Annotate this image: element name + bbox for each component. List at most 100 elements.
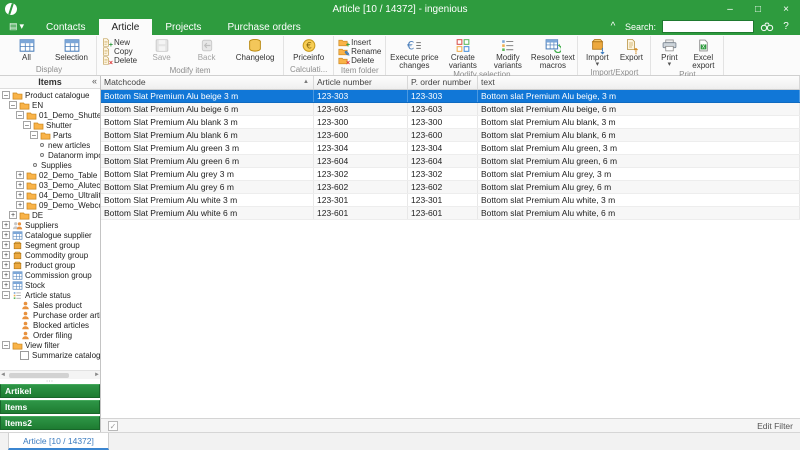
tree-item-segment-group[interactable]: Segment group: [0, 240, 100, 250]
expander-icon[interactable]: [16, 181, 24, 189]
tree-item-shutter[interactable]: Shutter: [0, 120, 100, 130]
sidebar-panel-items[interactable]: Items: [0, 400, 100, 414]
table-row[interactable]: Bottom Slat Premium Alu grey 6 m123-6021…: [101, 181, 800, 194]
expander-icon[interactable]: [9, 101, 17, 109]
table-row[interactable]: Bottom Slat Premium Alu green 3 m123-304…: [101, 142, 800, 155]
tree-item-product-catalogue[interactable]: Product catalogue: [0, 90, 100, 100]
excel-export-button[interactable]: Excel export: [685, 36, 721, 70]
tab-article[interactable]: Article: [99, 19, 153, 35]
resolve-text-macros-button[interactable]: Resolve text macros: [530, 36, 575, 70]
table-row[interactable]: Bottom Slat Premium Alu blank 3 m123-300…: [101, 116, 800, 129]
import-button[interactable]: ⇣ Import ▾: [580, 36, 614, 68]
table-row[interactable]: Bottom Slat Premium Alu grey 3 m123-3021…: [101, 168, 800, 181]
tab-contacts[interactable]: Contacts: [33, 19, 98, 35]
tab-purchase-orders[interactable]: Purchase orders: [214, 19, 313, 35]
expander-icon[interactable]: [2, 281, 10, 289]
modify-variants-button[interactable]: Modify variants: [485, 36, 530, 70]
expander-icon[interactable]: [2, 221, 10, 229]
tree-item-summarize-catalogue[interactable]: Summarize catalogue: [0, 350, 100, 360]
summarize-catalogue-checkbox[interactable]: [20, 351, 29, 360]
scroll-right-icon[interactable]: ►: [94, 372, 100, 378]
back-button[interactable]: Back: [184, 36, 229, 66]
expander-icon[interactable]: [2, 231, 10, 239]
expander-icon[interactable]: [2, 271, 10, 279]
expander-icon[interactable]: [16, 191, 24, 199]
expander-icon[interactable]: [30, 131, 38, 139]
tree-item-09-demo-webcontrols[interactable]: 09_Demo_Webcontrols: [0, 200, 100, 210]
selection-button[interactable]: Selection: [49, 36, 94, 65]
tree-item-datanorm-import[interactable]: Datanorm import: [0, 150, 100, 160]
close-button[interactable]: ×: [772, 0, 800, 18]
tree-item-parts[interactable]: Parts: [0, 130, 100, 140]
expander-icon[interactable]: [9, 211, 17, 219]
copy-button[interactable]: Copy: [101, 47, 137, 56]
tree-item-view-filter[interactable]: View filter: [0, 340, 100, 350]
table-row[interactable]: Bottom Slat Premium Alu beige 6 m123-603…: [101, 103, 800, 116]
sidebar-panel-items2[interactable]: Items2: [0, 416, 100, 430]
column-header-article-number[interactable]: Article number: [314, 76, 408, 89]
new-button[interactable]: + New: [101, 38, 137, 47]
column-header-text[interactable]: text: [478, 76, 800, 89]
column-header-matchcode[interactable]: Matchcode▲: [101, 76, 314, 89]
print-button[interactable]: Print ▾: [653, 36, 685, 70]
tree-item-purchase-order-article[interactable]: Purchase order article: [0, 310, 100, 320]
table-row[interactable]: Bottom Slat Premium Alu green 6 m123-604…: [101, 155, 800, 168]
maximize-button[interactable]: □: [744, 0, 772, 18]
tree-item-new-articles[interactable]: new articles: [0, 140, 100, 150]
expander-icon[interactable]: [2, 251, 10, 259]
filter-checkbox[interactable]: ✓: [108, 421, 118, 431]
tree-item-commodity-group[interactable]: Commodity group: [0, 250, 100, 260]
tab-projects[interactable]: Projects: [152, 19, 214, 35]
table-row[interactable]: Bottom Slat Premium Alu blank 6 m123-600…: [101, 129, 800, 142]
expander-icon[interactable]: [2, 91, 10, 99]
tree-item-supplies[interactable]: Supplies: [0, 160, 100, 170]
document-tab-article[interactable]: Article [10 / 14372]: [8, 433, 109, 450]
create-variants-button[interactable]: Create variants: [440, 36, 485, 70]
tree-item-article-status[interactable]: Article status: [0, 290, 100, 300]
tree-item-04-demo-ultralite-doors[interactable]: 04_Demo_Ultralite-Doors: [0, 190, 100, 200]
scroll-left-icon[interactable]: ◄: [0, 372, 6, 378]
edit-filter-button[interactable]: Edit Filter: [757, 421, 793, 431]
rename-folder-button[interactable]: ✎ Rename: [338, 47, 381, 56]
changelog-button[interactable]: Changelog: [229, 36, 281, 66]
table-row[interactable]: Bottom Slat Premium Alu beige 3 m123-303…: [101, 90, 800, 103]
export-button[interactable]: ⇡ Export: [614, 36, 648, 68]
binoculars-search-icon[interactable]: [760, 21, 774, 32]
table-row[interactable]: Bottom Slat Premium Alu white 6 m123-601…: [101, 207, 800, 220]
tree-item-03-demo-alutech[interactable]: 03_Demo_Alutech: [0, 180, 100, 190]
tree-item-product-group[interactable]: Product group: [0, 260, 100, 270]
expander-icon[interactable]: [2, 341, 10, 349]
delete-button[interactable]: × Delete: [101, 56, 137, 65]
search-input[interactable]: [662, 20, 754, 33]
save-button[interactable]: Save: [139, 36, 184, 66]
tree-item-02-demo-table[interactable]: 02_Demo_Table: [0, 170, 100, 180]
app-menu-button[interactable]: ▤▾: [0, 21, 33, 35]
column-header-p-order-number[interactable]: P. order number: [408, 76, 478, 89]
tree-item-sales-product[interactable]: Sales product: [0, 300, 100, 310]
expander-icon[interactable]: [2, 241, 10, 249]
sidebar-horizontal-scrollbar[interactable]: ◄ ►: [0, 370, 100, 379]
expander-icon[interactable]: [2, 261, 10, 269]
sidebar-panel-artikel[interactable]: Artikel: [0, 384, 100, 398]
insert-folder-button[interactable]: + Insert: [338, 38, 381, 47]
tree-item-stock[interactable]: Stock: [0, 280, 100, 290]
priceinfo-button[interactable]: Priceinfo: [286, 36, 331, 65]
tree-item-de[interactable]: DE: [0, 210, 100, 220]
expander-icon[interactable]: [16, 171, 24, 179]
delete-folder-button[interactable]: × Delete: [338, 56, 381, 65]
expander-icon[interactable]: [23, 121, 31, 129]
help-button[interactable]: ?: [780, 21, 792, 32]
execute-price-changes-button[interactable]: Execute price changes: [388, 36, 440, 70]
expander-icon[interactable]: [16, 111, 24, 119]
tree-item-suppliers[interactable]: Suppliers: [0, 220, 100, 230]
tree-item-order-filing[interactable]: Order filing: [0, 330, 100, 340]
expander-icon[interactable]: [2, 291, 10, 299]
ribbon-collapse-icon[interactable]: ^: [607, 21, 619, 32]
table-row[interactable]: Bottom Slat Premium Alu white 3 m123-301…: [101, 194, 800, 207]
scrollbar-thumb[interactable]: [9, 373, 69, 378]
all-button[interactable]: All: [4, 36, 49, 65]
collapse-sidebar-icon[interactable]: «: [92, 76, 97, 86]
tree-item-en[interactable]: EN: [0, 100, 100, 110]
tree-item-commission-group[interactable]: Commission group: [0, 270, 100, 280]
tree-item-catalogue-supplier[interactable]: Catalogue supplier: [0, 230, 100, 240]
